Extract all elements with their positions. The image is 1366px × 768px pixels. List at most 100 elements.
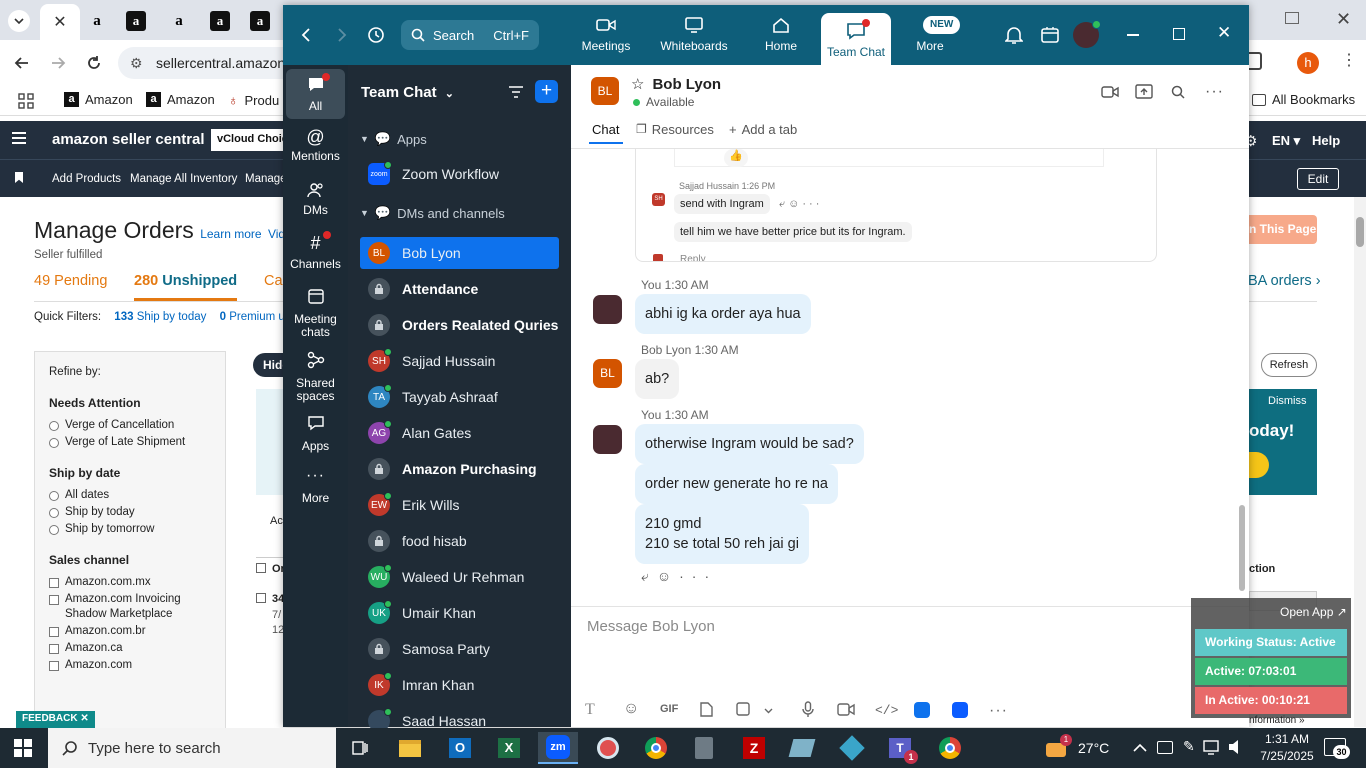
sidebar-item-sajjad-hussain[interactable]: SH Sajjad Hussain bbox=[360, 345, 559, 377]
chevron-up-icon[interactable] bbox=[1133, 743, 1147, 752]
contact-avatar[interactable]: BL bbox=[591, 77, 619, 105]
apps-window-icon[interactable] bbox=[1041, 26, 1059, 44]
sidebar-title[interactable]: Team Chat ⌄ bbox=[361, 84, 454, 101]
video-message-icon[interactable] bbox=[837, 703, 855, 716]
sidebar-item-zoom-workflow[interactable]: zoom Zoom Workflow bbox=[360, 158, 559, 190]
radio-button[interactable] bbox=[49, 421, 59, 431]
tab-pending[interactable]: 49 Pending bbox=[34, 273, 107, 289]
active-tab[interactable]: ✕ bbox=[40, 4, 80, 40]
open-app-link[interactable]: Open App ↗ bbox=[1280, 605, 1347, 619]
back-arrow-icon[interactable] bbox=[14, 55, 30, 71]
sidebar-item-attendance[interactable]: Attendance bbox=[360, 273, 559, 305]
filezilla-icon[interactable]: Z bbox=[734, 732, 774, 764]
clock[interactable]: 1:31 AM 7/25/2025 bbox=[1257, 731, 1317, 765]
rail-meeting-chats[interactable]: Meeting chats bbox=[286, 287, 345, 339]
format-text-icon[interactable]: T bbox=[585, 701, 595, 719]
tab-search-button[interactable] bbox=[8, 10, 30, 32]
restore-window-icon[interactable] bbox=[1285, 12, 1299, 24]
bookmark-products[interactable]: ♁ Produ bbox=[228, 92, 279, 108]
this-page-button[interactable]: n This Page bbox=[1249, 215, 1317, 244]
information-link[interactable]: nformation » bbox=[1249, 715, 1305, 726]
pen-icon[interactable]: ✎ bbox=[1183, 738, 1195, 755]
page-scrollbar[interactable] bbox=[1354, 197, 1366, 727]
sidebar-item-food-hisab[interactable]: food hisab bbox=[360, 525, 559, 557]
nav-team-chat[interactable]: Team Chat bbox=[821, 13, 891, 65]
learn-more-link[interactable]: Learn more bbox=[200, 227, 261, 241]
message-bubble[interactable]: otherwise Ingram would be sad? bbox=[635, 424, 864, 464]
dms-section-header[interactable]: ▼ 💬 DMs and channels bbox=[360, 205, 505, 221]
message-bubble[interactable]: abhi ig ka order aya hua bbox=[635, 294, 811, 334]
chevron-down-icon[interactable] bbox=[764, 708, 773, 714]
video-call-icon[interactable] bbox=[1101, 85, 1119, 99]
back-icon[interactable] bbox=[301, 28, 311, 42]
minimize-icon[interactable] bbox=[1127, 34, 1139, 36]
screen-share-icon[interactable] bbox=[1135, 84, 1153, 100]
bell-icon[interactable] bbox=[1005, 25, 1023, 45]
rail-all[interactable]: All bbox=[286, 69, 345, 119]
help-link[interactable]: Help bbox=[1312, 133, 1340, 148]
app-integration-icon[interactable] bbox=[914, 702, 930, 718]
reaction-icon[interactable]: 👍 bbox=[724, 149, 748, 167]
my-avatar[interactable] bbox=[593, 425, 622, 454]
forward-arrow-icon[interactable] bbox=[50, 55, 66, 71]
message-actions[interactable]: ⤶☺··· bbox=[641, 568, 717, 585]
more-composer-icon[interactable]: ··· bbox=[989, 702, 1008, 720]
ship-date-option[interactable]: All dates bbox=[49, 488, 211, 503]
filter-premium[interactable]: 0 Premium u bbox=[220, 311, 285, 323]
menu-dots-icon[interactable]: ⋮ bbox=[1341, 50, 1357, 70]
rail-shared-spaces[interactable]: Shared spaces bbox=[286, 351, 345, 403]
message-bubble[interactable]: 210 gmd 210 se total 50 reh jai gi bbox=[635, 504, 809, 564]
gif-button[interactable]: GIF bbox=[660, 703, 678, 715]
file-explorer-icon[interactable] bbox=[390, 732, 430, 764]
sales-channel-option[interactable]: Amazon.com bbox=[49, 658, 211, 673]
radio-button[interactable] bbox=[49, 438, 59, 448]
sidebar-item-alan-gates[interactable]: AG Alan Gates bbox=[360, 417, 559, 449]
sidebar-item-imran-khan[interactable]: IK Imran Khan bbox=[360, 669, 559, 701]
sales-channel-option[interactable]: Amazon.ca bbox=[49, 641, 211, 656]
apps-grid-icon[interactable] bbox=[18, 93, 34, 109]
tab-amazon-2[interactable]: a bbox=[126, 11, 146, 31]
hide-filters-button[interactable]: Hide bbox=[253, 353, 289, 377]
bookmark-amazon-2[interactable]: a Amazon bbox=[146, 92, 215, 107]
feedback-button[interactable]: FEEDBACK ✕ bbox=[16, 711, 95, 728]
language-selector[interactable]: EN ▾ bbox=[1272, 133, 1300, 149]
message-input[interactable]: Message Bob Lyon bbox=[587, 618, 715, 635]
message-bubble[interactable]: ab? bbox=[635, 359, 680, 399]
tab-amazon-5[interactable]: a bbox=[250, 11, 270, 31]
weather-icon[interactable]: 1 bbox=[1046, 734, 1072, 759]
checkbox[interactable] bbox=[49, 627, 59, 637]
calculator-icon[interactable] bbox=[684, 732, 724, 764]
chat-scrollbar[interactable] bbox=[1239, 505, 1245, 591]
sidebar-item-umair-khan[interactable]: UK Umair Khan bbox=[360, 597, 559, 629]
radio-button[interactable] bbox=[49, 508, 59, 518]
rail-channels[interactable]: # Channels bbox=[286, 231, 345, 271]
amazon-seller-central-logo[interactable]: amazon seller central bbox=[52, 131, 205, 148]
all-bookmarks[interactable]: All Bookmarks bbox=[1252, 92, 1355, 107]
my-avatar[interactable] bbox=[593, 295, 622, 324]
sidebar-item-bob-lyon[interactable]: BL Bob Lyon bbox=[360, 237, 559, 269]
radio-button[interactable] bbox=[49, 525, 59, 535]
row-checkbox[interactable] bbox=[256, 593, 266, 603]
app-integration-icon[interactable] bbox=[952, 702, 968, 718]
ship-date-option[interactable]: Ship by tomorrow bbox=[49, 522, 211, 537]
rail-dms[interactable]: DMs bbox=[286, 181, 345, 217]
checkbox[interactable] bbox=[49, 644, 59, 654]
weather-temp[interactable]: 27°C bbox=[1078, 740, 1109, 756]
tab-chat[interactable]: Chat bbox=[592, 122, 619, 137]
hamburger-menu-icon[interactable] bbox=[12, 132, 26, 134]
close-icon[interactable]: ✕ bbox=[53, 12, 66, 32]
filter-ship-today[interactable]: 133 Ship by today bbox=[114, 311, 206, 323]
app-taskbar-icon[interactable] bbox=[588, 732, 628, 764]
forward-icon[interactable] bbox=[337, 28, 347, 42]
zoom-taskbar-icon[interactable]: zm bbox=[538, 732, 578, 764]
microphone-icon[interactable] bbox=[802, 701, 814, 718]
checkbox[interactable] bbox=[49, 595, 59, 605]
star-icon[interactable]: ☆ bbox=[631, 75, 644, 93]
sales-channel-option[interactable]: Amazon.com.br bbox=[49, 624, 211, 639]
attention-option[interactable]: Verge of Cancellation bbox=[49, 418, 211, 433]
tab-amazon-3[interactable]: a bbox=[166, 8, 192, 34]
quoted-actions[interactable]: ⤶☺··· bbox=[779, 198, 822, 211]
sidebar-item-samosa-party[interactable]: Samosa Party bbox=[360, 633, 559, 665]
checkbox[interactable] bbox=[49, 578, 59, 588]
rail-mentions[interactable]: @ Mentions bbox=[286, 127, 345, 163]
